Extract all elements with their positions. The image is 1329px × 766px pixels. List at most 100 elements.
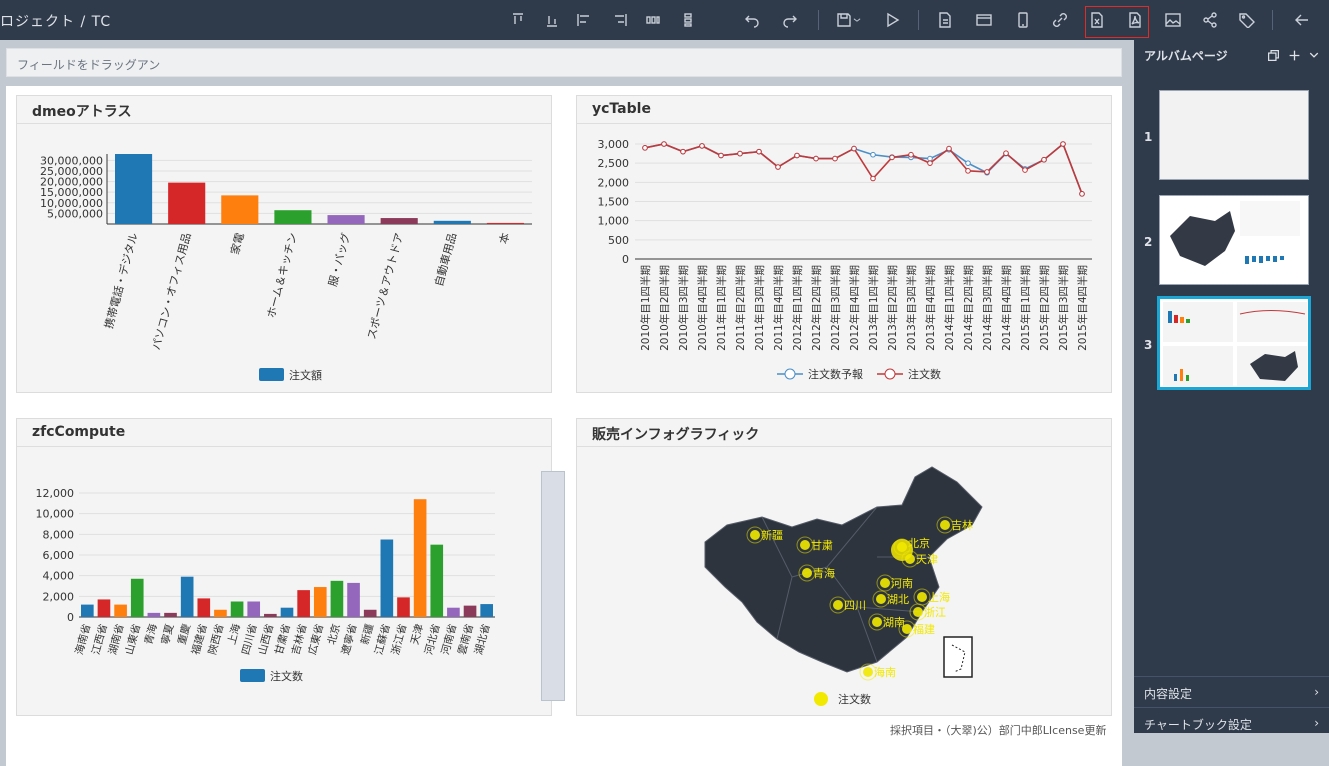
card-icon[interactable] bbox=[972, 8, 996, 32]
bar-chart-zfc: 02,0004,0006,0008,00010,00012,000海南省江西省湖… bbox=[36, 487, 495, 683]
chevron-right-icon: › bbox=[1314, 685, 1319, 699]
document-icon[interactable] bbox=[933, 8, 957, 32]
x-tick-label: 2011年目1四半期 bbox=[715, 265, 728, 351]
map-point bbox=[876, 594, 886, 604]
x-tick-label: 2012年目1四半期 bbox=[791, 265, 804, 351]
map-point bbox=[917, 592, 927, 602]
share-icon[interactable] bbox=[1198, 8, 1222, 32]
y-tick-label: 3,000 bbox=[598, 138, 630, 151]
data-point bbox=[946, 145, 952, 152]
bar bbox=[81, 604, 94, 617]
x-tick-label: 2012年目3四半期 bbox=[829, 265, 842, 351]
series-line bbox=[644, 142, 1083, 195]
x-tick-label: 2011年目3四半期 bbox=[753, 265, 766, 351]
data-point bbox=[927, 155, 933, 162]
page-thumb-row-1[interactable]: 1 bbox=[1134, 90, 1329, 182]
bar bbox=[130, 578, 144, 617]
add-page-icon[interactable] bbox=[1288, 49, 1301, 62]
data-point bbox=[927, 160, 933, 166]
chart-panel-dmeo[interactable]: dmeoアトラス 5,000,000 10,000,000 15,000,000 20… bbox=[16, 95, 552, 393]
align-bottom-icon[interactable] bbox=[540, 8, 564, 32]
page-thumbnail-selected[interactable] bbox=[1157, 296, 1311, 390]
page-thumbnail[interactable] bbox=[1159, 195, 1309, 285]
undo-icon[interactable] bbox=[740, 8, 764, 32]
content-settings-row[interactable]: 内容設定 › bbox=[1134, 676, 1329, 706]
legend-swatch bbox=[240, 669, 265, 682]
y-tick-label: 2,000 bbox=[598, 176, 630, 189]
chart-panel-yctable[interactable]: ycTable 0 500 1,000 1,500 2,000 2,500 3,000 201… bbox=[576, 95, 1112, 393]
copy-page-icon[interactable] bbox=[1267, 49, 1280, 62]
page-thumb-row-3[interactable]: 3 bbox=[1134, 296, 1329, 390]
align-top-icon[interactable] bbox=[506, 8, 530, 32]
bar bbox=[380, 539, 394, 617]
page-thumbnail[interactable] bbox=[1159, 90, 1309, 180]
x-tick-label: 2014年目4四半期 bbox=[1000, 265, 1013, 351]
distribute-horizontal-icon[interactable] bbox=[641, 8, 665, 32]
align-right-icon[interactable] bbox=[608, 8, 632, 32]
x-tick-label: 服・バッグ bbox=[325, 231, 353, 288]
legend-label: 注文数 bbox=[908, 367, 941, 381]
chart-panel-zfc[interactable]: zfcCompute 0 2,000 4,000 6,000 8,000 10,000 12… bbox=[16, 418, 565, 716]
bar bbox=[486, 222, 524, 224]
zoom-slider[interactable] bbox=[541, 471, 565, 701]
chevron-down-icon[interactable] bbox=[1309, 50, 1319, 60]
data-point bbox=[870, 151, 876, 158]
bar bbox=[297, 590, 310, 617]
data-point bbox=[775, 164, 781, 170]
y-tick-label: 2,000 bbox=[43, 590, 75, 603]
data-point bbox=[1003, 150, 1009, 157]
bar bbox=[313, 587, 327, 617]
x-tick-label: 2013年目3四半期 bbox=[905, 265, 918, 351]
map-point bbox=[863, 667, 873, 677]
back-icon[interactable] bbox=[1290, 8, 1314, 32]
x-tick-label: 本 bbox=[496, 231, 512, 245]
bar bbox=[447, 607, 460, 617]
data-point bbox=[908, 151, 914, 158]
x-tick-label: 2010年目1四半期 bbox=[639, 265, 652, 351]
map-point bbox=[800, 540, 810, 550]
bar bbox=[230, 601, 244, 617]
x-tick-label: 2010年目4四半期 bbox=[696, 265, 709, 351]
bar bbox=[347, 582, 360, 617]
redo-icon[interactable] bbox=[778, 8, 802, 32]
x-tick-label: 2011年目2四半期 bbox=[734, 265, 747, 351]
export-pdf-icon[interactable] bbox=[1123, 8, 1147, 32]
data-point bbox=[870, 175, 876, 182]
map-label: 天津 bbox=[916, 553, 938, 566]
map-point bbox=[872, 617, 882, 627]
export-excel-icon[interactable] bbox=[1085, 8, 1109, 32]
bar bbox=[480, 604, 493, 617]
x-tick-label: 2013年目1四半期 bbox=[867, 265, 880, 351]
bar bbox=[97, 599, 111, 617]
mobile-icon[interactable] bbox=[1011, 8, 1035, 32]
data-point bbox=[1079, 191, 1085, 197]
x-tick-label: 2010年目3四半期 bbox=[677, 265, 690, 351]
field-drop-zone[interactable]: フィールドをドラッグアン bbox=[6, 48, 1122, 77]
panel-title: dmeoアトラス bbox=[17, 96, 551, 124]
breadcrumb[interactable]: ロジェクト / TC bbox=[0, 11, 111, 31]
data-point bbox=[965, 160, 971, 166]
x-tick-label: 2015年目3四半期 bbox=[1057, 265, 1070, 351]
map-label: 海南 bbox=[874, 665, 896, 679]
chart-panel-map[interactable]: 販売インフォグラフィック 新疆 甘粛 青海 吉林 北京 天津 河南 湖北 上海 四川 湖南 浙江 福建海… bbox=[576, 418, 1112, 716]
x-tick-label: 自動車用品 bbox=[431, 231, 459, 288]
tag-icon[interactable] bbox=[1235, 8, 1259, 32]
data-point bbox=[756, 148, 762, 155]
x-tick-label: 携帯電話・デジタル bbox=[101, 231, 140, 330]
play-icon[interactable] bbox=[880, 8, 904, 32]
y-tick-label: 2,500 bbox=[598, 157, 630, 170]
x-tick-label: 新疆 bbox=[358, 622, 376, 646]
save-icon[interactable] bbox=[832, 8, 866, 32]
legend-marker bbox=[814, 692, 828, 706]
y-tick-label: 10,000 bbox=[36, 508, 75, 521]
distribute-vertical-icon[interactable] bbox=[676, 8, 700, 32]
link-icon[interactable] bbox=[1048, 8, 1072, 32]
x-tick-label: 2013年目2四半期 bbox=[886, 265, 899, 351]
y-tick-label: 0 bbox=[67, 611, 74, 624]
page-thumb-row-2[interactable]: 2 bbox=[1134, 195, 1329, 287]
align-left-icon[interactable] bbox=[572, 8, 596, 32]
image-icon[interactable] bbox=[1161, 8, 1185, 32]
x-tick-label: 重慶 bbox=[175, 622, 193, 646]
data-point bbox=[718, 152, 724, 159]
data-point bbox=[680, 148, 686, 155]
